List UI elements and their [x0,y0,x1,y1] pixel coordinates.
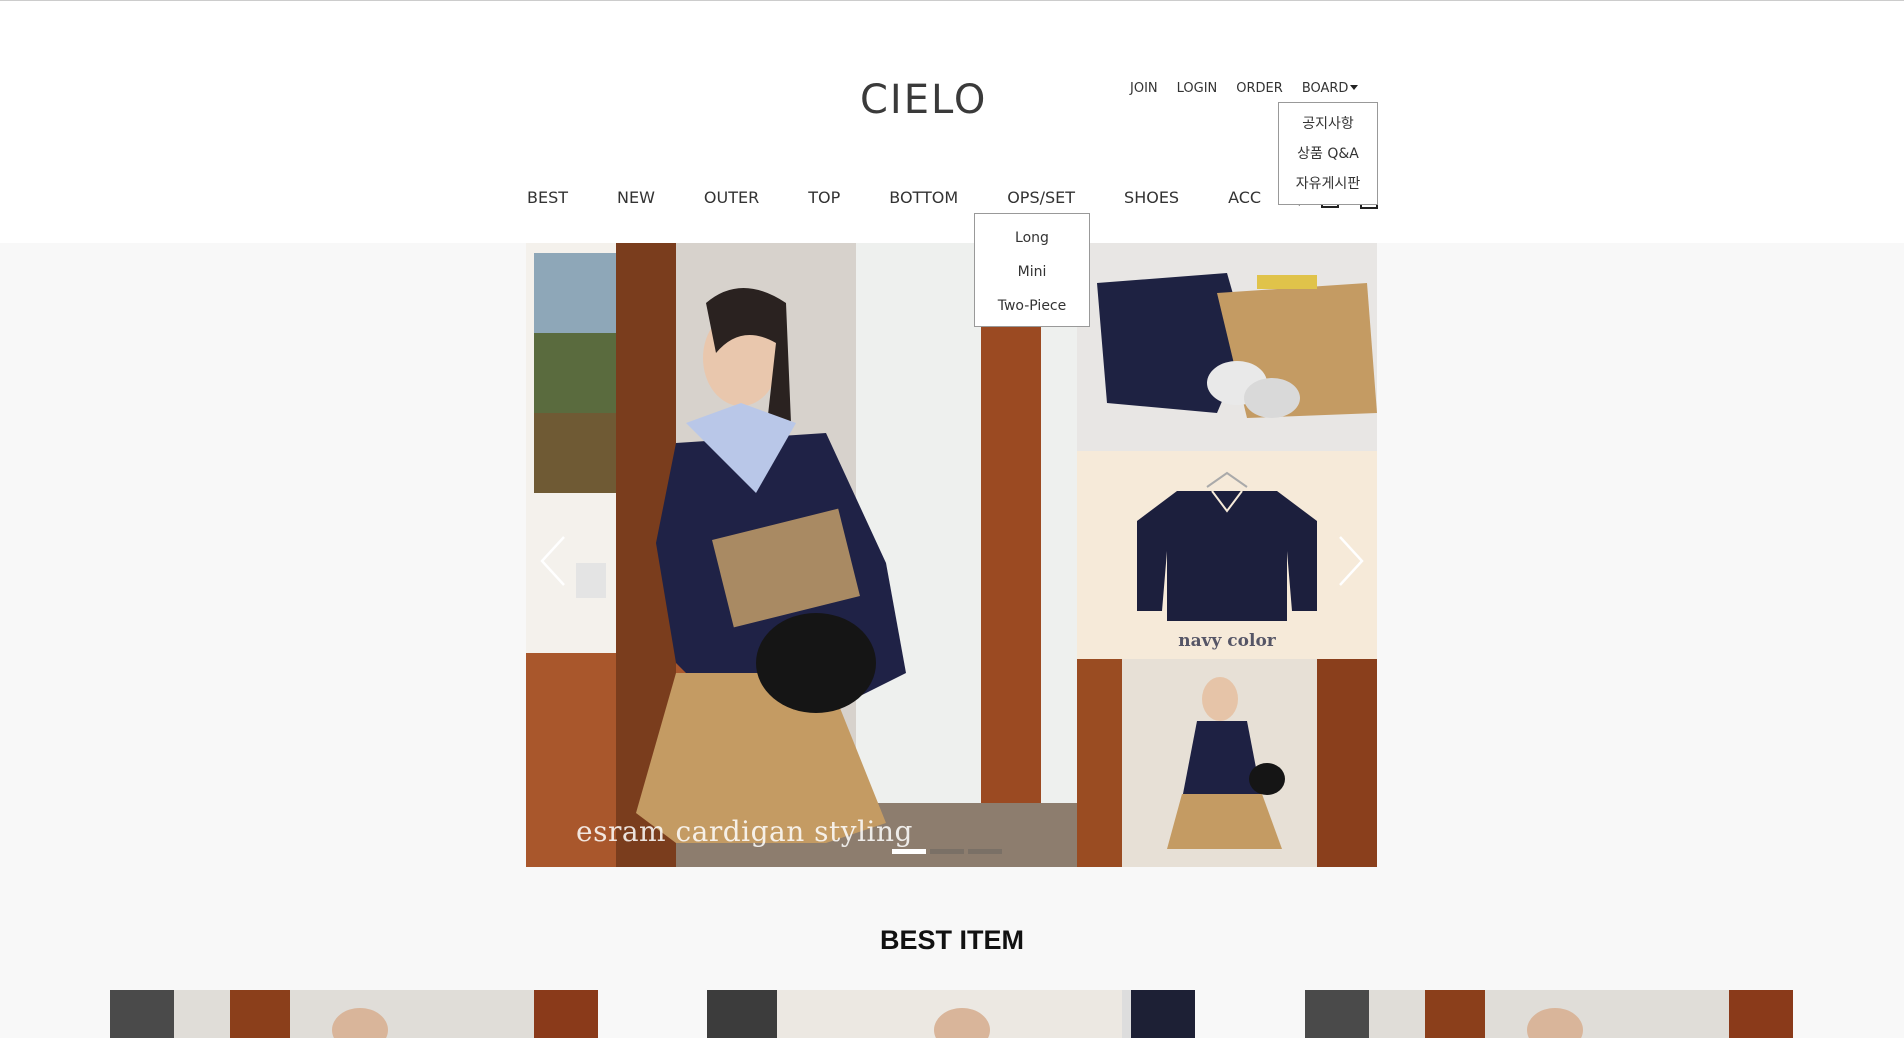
slider-next-button[interactable] [1334,533,1368,589]
nav-acc[interactable]: ACC [1228,188,1261,207]
nav-best[interactable]: BEST [527,188,568,207]
submenu-two-piece[interactable]: Two-Piece [975,296,1089,330]
chevron-right-icon [1339,536,1364,586]
slider-prev-button[interactable] [536,533,570,589]
slider-dot[interactable] [930,849,964,854]
site-logo[interactable]: CIELO [860,77,985,123]
ops-set-dropdown: Long Mini Two-Piece [974,213,1090,327]
board-link[interactable]: BOARD [1302,81,1359,96]
nav-top[interactable]: TOP [808,188,840,207]
top-links: JOIN LOGIN ORDER BOARD [1130,81,1359,96]
banner-caption: esram cardigan styling [576,815,913,848]
board-label: BOARD [1301,81,1349,96]
board-menu-notice[interactable]: 공지사항 [1279,115,1377,145]
banner-main-photo: esram cardigan styling [526,243,1077,867]
banner-side-caption: navy color [1178,631,1276,651]
board-menu-free[interactable]: 자유게시판 [1279,175,1377,205]
submenu-long[interactable]: Long [975,228,1089,262]
nav-ops-set[interactable]: OPS/SET [1007,188,1075,207]
join-link[interactable]: JOIN [1130,81,1158,96]
best-item-card[interactable] [1305,990,1793,1038]
best-item-card[interactable] [110,990,598,1038]
caret-down-icon [1350,85,1359,90]
banner-flatlay-photo [1077,243,1377,451]
slider-dot[interactable] [892,849,926,854]
slider-pagination [892,849,1002,854]
nav-bottom[interactable]: BOTTOM [889,188,958,207]
order-link[interactable]: ORDER [1236,81,1283,96]
login-link[interactable]: LOGIN [1177,81,1218,96]
best-item-card[interactable] [707,990,1195,1038]
chevron-left-icon [540,536,565,586]
slider-dot[interactable] [968,849,1002,854]
nav-shoes[interactable]: SHOES [1124,188,1179,207]
banner-cardigan-photo: navy color [1077,451,1377,659]
board-dropdown: 공지사항 상품 Q&A 자유게시판 [1278,102,1378,205]
main-nav: BEST NEW OUTER TOP BOTTOM OPS/SET SHOES … [527,188,1310,207]
board-menu-qna[interactable]: 상품 Q&A [1279,145,1377,175]
site-header: CIELO JOIN LOGIN ORDER BOARD 공지사항 상품 Q&A… [0,0,1904,327]
nav-new[interactable]: NEW [617,188,655,207]
main-banner-slider[interactable]: esram cardigan styling navy color [526,243,1377,867]
nav-outer[interactable]: OUTER [704,188,759,207]
best-item-title: BEST ITEM [879,925,1024,955]
submenu-mini[interactable]: Mini [975,262,1089,296]
banner-model-photo [1077,659,1377,867]
